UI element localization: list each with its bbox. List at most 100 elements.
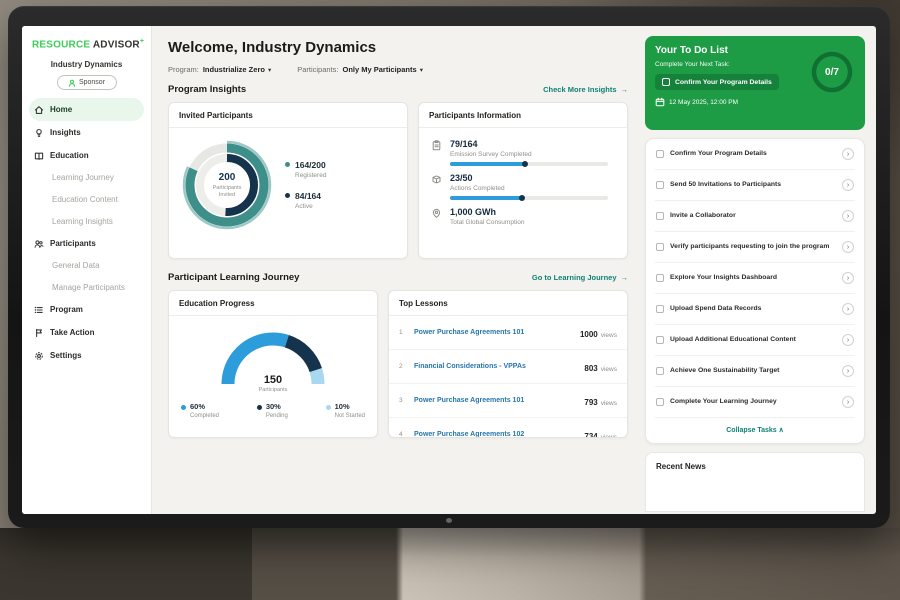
nav-label-learning-insights: Learning Insights xyxy=(52,217,113,227)
participants-information-card: Participants Information 79/164 Emission… xyxy=(418,102,628,259)
checkbox[interactable] xyxy=(656,150,664,158)
checkbox[interactable] xyxy=(656,336,664,344)
chevron-right-icon[interactable]: › xyxy=(842,396,854,408)
lesson-row[interactable]: 1 Power Purchase Agreements 101 1000view… xyxy=(389,316,627,350)
go-to-learning-journey-label: Go to Learning Journey xyxy=(532,273,617,282)
sidebar-item-learning-insights[interactable]: Learning Insights xyxy=(22,211,151,233)
chevron-right-icon[interactable]: › xyxy=(842,210,854,222)
invited-donut-chart: 200 Participants Invited xyxy=(181,139,273,231)
collapse-tasks-label: Collapse Tasks xyxy=(726,427,776,434)
sidebar-item-education-content[interactable]: Education Content xyxy=(22,189,151,211)
invited-participants-card: Invited Participants xyxy=(168,102,408,259)
education-gauge-chart: 150 Participants xyxy=(213,326,333,393)
sidebar-item-insights[interactable]: Insights xyxy=(22,121,151,144)
sidebar-item-education[interactable]: Education xyxy=(22,144,151,167)
checkbox[interactable] xyxy=(656,398,664,406)
task-row-explore-insights[interactable]: Explore Your Insights Dashboard › xyxy=(655,263,855,294)
checkbox[interactable] xyxy=(656,212,664,220)
pending-value: 30% xyxy=(266,402,281,411)
survey-clipboard-icon xyxy=(431,140,442,151)
org-name: Industry Dynamics xyxy=(22,60,151,69)
lesson-rank: 3 xyxy=(399,397,407,404)
sidebar-item-take-action[interactable]: Take Action xyxy=(22,321,151,344)
task-row-upload-spend-data[interactable]: Upload Spend Data Records › xyxy=(655,294,855,325)
chevron-right-icon[interactable]: › xyxy=(842,365,854,377)
task-row-upload-educational-content[interactable]: Upload Additional Educational Content › xyxy=(655,325,855,356)
main-content: Welcome, Industry Dynamics Program: Indu… xyxy=(152,26,642,514)
invited-total-label: Participants Invited xyxy=(206,185,248,199)
checkbox[interactable] xyxy=(656,367,664,375)
participants-dropdown[interactable]: Participants: Only My Participants ▾ xyxy=(297,65,423,74)
sidebar-item-program[interactable]: Program xyxy=(22,298,151,321)
chevron-down-icon: ▾ xyxy=(420,66,423,74)
sidebar-item-home[interactable]: Home xyxy=(29,98,144,121)
page-title: Welcome, Industry Dynamics xyxy=(168,39,628,56)
chevron-right-icon[interactable]: › xyxy=(842,303,854,315)
monitor-bezel: RESOURCE ADVISOR+ Industry Dynamics Spon… xyxy=(8,6,890,528)
lesson-row[interactable]: 2 Financial Considerations - VPPAs 803vi… xyxy=(389,350,627,384)
chevron-right-icon[interactable]: › xyxy=(842,272,854,284)
checkbox[interactable] xyxy=(656,243,664,251)
due-date-label: 12 May 2025, 12:00 PM xyxy=(669,99,738,106)
chevron-right-icon[interactable]: › xyxy=(842,179,854,191)
flag-icon xyxy=(34,328,44,338)
task-row-verify-participants[interactable]: Verify participants requesting to join t… xyxy=(655,232,855,263)
chevron-right-icon[interactable]: › xyxy=(842,334,854,346)
chevron-right-icon[interactable]: › xyxy=(842,148,854,160)
monitor-power-led xyxy=(446,518,452,523)
task-row-complete-learning-journey[interactable]: Complete Your Learning Journey › xyxy=(655,387,855,418)
program-dropdown[interactable]: Program: Industrialize Zero ▾ xyxy=(168,65,271,74)
task-row-send-invitations[interactable]: Send 50 Invitations to Participants › xyxy=(655,170,855,201)
sponsor-badge-label: Sponsor xyxy=(79,79,105,86)
bulb-icon xyxy=(34,128,44,138)
consumption-stat: 1,000 GWh Total Global Consumption xyxy=(431,207,615,226)
lesson-views-value: 734 xyxy=(584,432,597,439)
chevron-right-icon[interactable]: › xyxy=(842,241,854,253)
registered-label: Registered xyxy=(295,172,326,179)
lesson-row[interactable]: 4 Power Purchase Agreements 102 734views xyxy=(389,418,627,438)
next-task-row[interactable]: Confirm Your Program Details xyxy=(655,74,779,90)
lesson-views-value: 793 xyxy=(584,398,597,407)
collapse-tasks-link[interactable]: Collapse Tasks ∧ xyxy=(655,418,855,443)
legend-item-registered: 164/200 Registered xyxy=(285,160,326,179)
nav-label-education: Education xyxy=(50,151,89,161)
nav-label-insights: Insights xyxy=(50,128,81,138)
nav-label-participants: Participants xyxy=(50,239,96,249)
lesson-views-suffix: views xyxy=(601,400,617,407)
task-label: Verify participants requesting to join t… xyxy=(670,243,836,252)
lesson-link[interactable]: Power Purchase Agreements 101 xyxy=(414,397,577,404)
task-row-invite-collaborator[interactable]: Invite a Collaborator › xyxy=(655,201,855,232)
calendar-icon xyxy=(655,97,665,107)
not-started-value: 10% xyxy=(335,402,350,411)
check-more-insights-link[interactable]: Check More Insights → xyxy=(543,85,628,94)
arrow-right-icon: → xyxy=(621,273,629,282)
people-icon xyxy=(34,239,44,249)
checkbox[interactable] xyxy=(656,274,664,282)
checkbox[interactable] xyxy=(656,305,664,313)
checkbox[interactable] xyxy=(656,181,664,189)
chevron-up-icon: ∧ xyxy=(779,427,784,434)
todo-list-card: Confirm Your Program Details › Send 50 I… xyxy=(645,138,865,444)
sidebar-item-settings[interactable]: Settings xyxy=(22,344,151,367)
lesson-link[interactable]: Financial Considerations - VPPAs xyxy=(414,363,577,370)
checkbox[interactable] xyxy=(662,78,670,86)
sponsor-badge[interactable]: Sponsor xyxy=(57,75,117,90)
check-more-insights-label: Check More Insights xyxy=(543,85,616,94)
emission-survey-progressbar xyxy=(450,162,608,166)
sidebar-item-manage-participants[interactable]: Manage Participants xyxy=(22,277,151,299)
task-row-confirm-program[interactable]: Confirm Your Program Details › xyxy=(655,139,855,170)
not-started-label: Not Started xyxy=(335,413,365,419)
nav-label-program: Program xyxy=(50,305,83,315)
lesson-link[interactable]: Power Purchase Agreements 101 xyxy=(414,329,573,336)
nav-label-general-data: General Data xyxy=(52,261,100,271)
task-row-achieve-target[interactable]: Achieve One Sustainability Target › xyxy=(655,356,855,387)
sidebar-item-participants[interactable]: Participants xyxy=(22,232,151,255)
lesson-link[interactable]: Power Purchase Agreements 102 xyxy=(414,431,577,438)
sidebar-item-general-data[interactable]: General Data xyxy=(22,255,151,277)
legend-item-pending: 30% Pending xyxy=(257,402,288,419)
lesson-row[interactable]: 3 Power Purchase Agreements 101 793 views xyxy=(389,384,627,418)
top-lessons-card-title: Top Lessons xyxy=(389,291,627,316)
sidebar-item-learning-journey[interactable]: Learning Journey xyxy=(22,167,151,189)
go-to-learning-journey-link[interactable]: Go to Learning Journey → xyxy=(532,273,628,282)
lesson-views-suffix: views xyxy=(601,434,617,439)
